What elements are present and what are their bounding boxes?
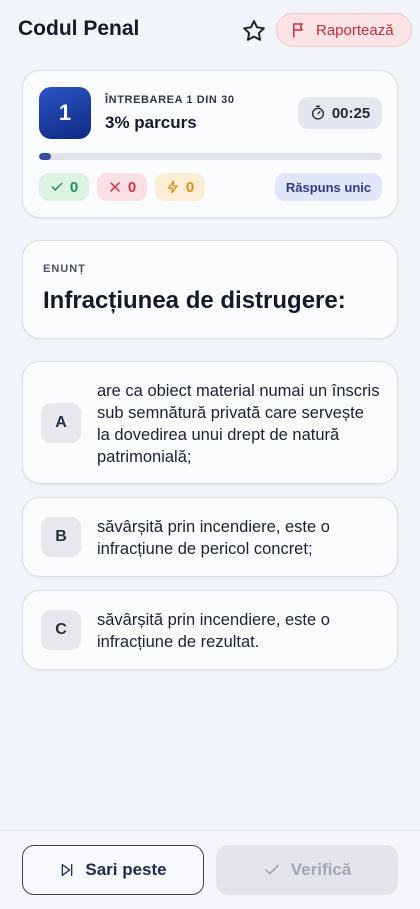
question-mode-badge: Răspuns unic bbox=[275, 173, 382, 201]
app-header: Codul Penal Raportează bbox=[0, 0, 420, 62]
answer-option-c[interactable]: C săvârșită prin incendiere, este o infr… bbox=[22, 590, 398, 670]
statement-card: ENUNȚ Infracțiunea de distrugere: bbox=[22, 240, 398, 339]
star-icon bbox=[243, 20, 265, 41]
action-footer: Sari peste Verifică bbox=[0, 830, 420, 909]
question-number-badge: 1 bbox=[39, 87, 91, 139]
wrong-count-badge: 0 bbox=[97, 173, 147, 201]
wrong-count: 0 bbox=[127, 178, 137, 196]
correct-count: 0 bbox=[69, 178, 79, 196]
check-icon bbox=[264, 864, 279, 875]
statement-label: ENUNȚ bbox=[43, 263, 86, 275]
report-button[interactable]: Raportează bbox=[276, 13, 412, 47]
page-title: Codul Penal bbox=[18, 17, 140, 40]
option-letter: C bbox=[41, 610, 81, 650]
progress-card: 1 ÎNTREBAREA 1 DIN 30 3% parcurs 00:25 0… bbox=[22, 70, 398, 218]
question-counter: ÎNTREBAREA 1 DIN 30 bbox=[105, 94, 235, 106]
lightning-icon bbox=[167, 180, 178, 194]
skipped-count-badge: 0 bbox=[155, 173, 205, 201]
timer: 00:25 bbox=[298, 97, 382, 129]
skipped-count: 0 bbox=[185, 178, 195, 196]
report-label: Raportează bbox=[316, 21, 394, 39]
favorite-button[interactable] bbox=[240, 17, 268, 45]
stopwatch-icon bbox=[311, 105, 324, 120]
progress-text: 3% parcurs bbox=[105, 113, 197, 132]
option-text: săvârșită prin incendiere, este o infrac… bbox=[97, 518, 330, 558]
check-icon bbox=[51, 182, 63, 191]
timer-value: 00:25 bbox=[331, 104, 371, 122]
x-icon bbox=[109, 182, 120, 192]
skip-icon bbox=[62, 864, 73, 876]
flag-icon bbox=[293, 23, 303, 38]
verify-button[interactable]: Verifică bbox=[216, 845, 398, 895]
option-text: are ca obiect material numai un înscris … bbox=[97, 382, 380, 466]
progress-bar-fill bbox=[39, 153, 51, 160]
option-letter: B bbox=[41, 517, 81, 557]
option-text: săvârșită prin incendiere, este o infrac… bbox=[97, 611, 330, 651]
answer-option-a[interactable]: A are ca obiect material numai un înscri… bbox=[22, 361, 398, 484]
option-letter: A bbox=[41, 403, 81, 443]
answer-option-b[interactable]: B săvârșită prin incendiere, este o infr… bbox=[22, 497, 398, 577]
verify-label: Verifică bbox=[290, 860, 352, 879]
question-statement: Infracțiunea de distrugere: bbox=[43, 287, 346, 314]
correct-count-badge: 0 bbox=[39, 173, 89, 201]
skip-button[interactable]: Sari peste bbox=[22, 845, 204, 895]
progress-bar bbox=[39, 153, 382, 160]
skip-label: Sari peste bbox=[85, 860, 167, 879]
